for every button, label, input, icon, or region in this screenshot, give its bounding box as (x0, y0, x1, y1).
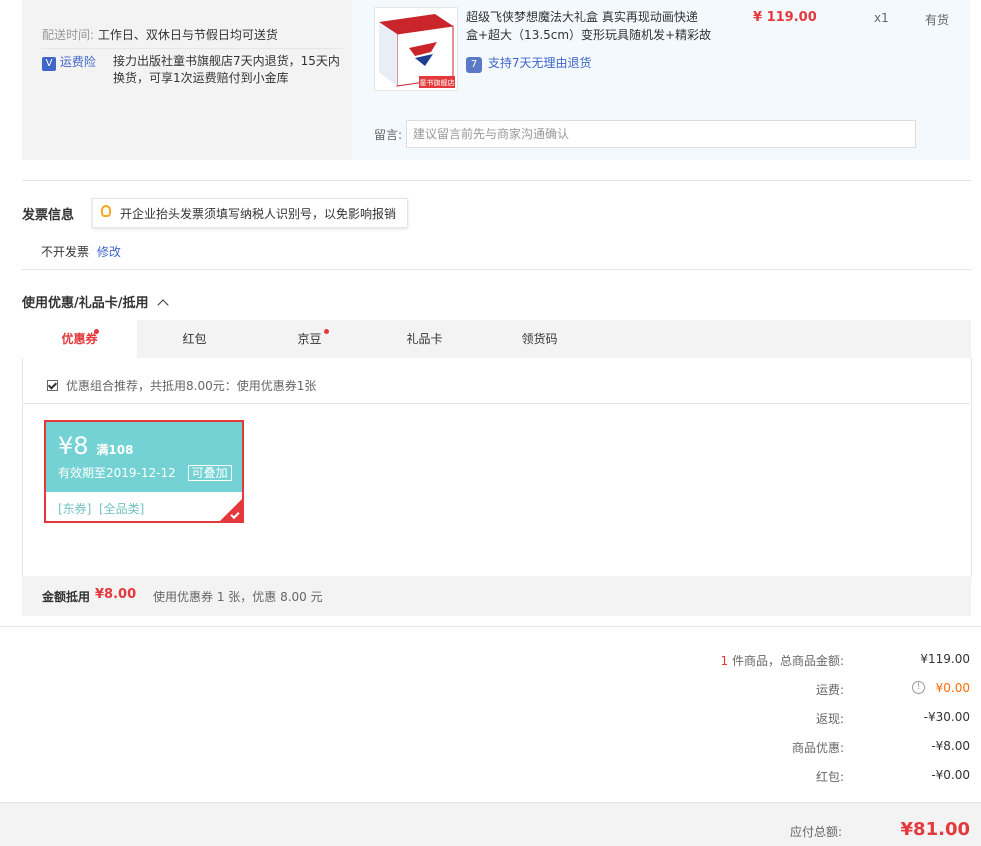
goods-discount-value: -¥8.00 (931, 739, 970, 753)
delivery-time-label: 配送时间: (42, 28, 95, 42)
tab-pickup-code-label: 领货码 (521, 332, 558, 346)
discount-title[interactable]: 使用优惠/礼品卡/抵用 (22, 292, 169, 311)
shipping-label: 运费: (815, 683, 844, 697)
tab-redpacket[interactable]: 红包 (137, 320, 252, 358)
invoice-tip-text: 开企业抬头发票须填写纳税人识别号，以免影响报销 (120, 207, 397, 221)
shield-v-icon: V (42, 57, 56, 71)
tab-jingdou[interactable]: 京豆 (252, 320, 367, 358)
product-image[interactable]: 童书旗舰店 (374, 7, 458, 91)
insurance-label: 运费险 (59, 55, 96, 69)
redpacket-value: -¥0.00 (931, 768, 970, 782)
insurance-desc-line1: 接力出版社童书旗舰店7天内退货，15天内 (113, 54, 340, 68)
product-quantity: x1 (874, 11, 889, 25)
discount-tabs: 优惠券 红包 京豆 礼品卡 领货码 (22, 320, 971, 358)
invoice-title: 发票信息 (22, 208, 75, 223)
payable-label: 应付总额: (789, 825, 842, 839)
coupon-card[interactable]: ¥8 满108 有效期至2019-12-12 可叠加 [东券] [全品类] (44, 420, 244, 523)
tab-coupon[interactable]: 优惠券 (22, 320, 137, 358)
divider (0, 626, 981, 627)
invoice-value-row: 不开发票 修改 (41, 243, 121, 260)
summary-amount: ¥8.00 (95, 587, 137, 602)
new-dot (324, 329, 329, 334)
invoice-value: 不开发票 (41, 245, 90, 259)
goods-total-value: ¥119.00 (920, 652, 970, 666)
tab-coupon-label: 优惠券 (61, 332, 98, 346)
tab-giftcard-label: 礼品卡 (406, 332, 443, 346)
tab-giftcard[interactable]: 礼品卡 (367, 320, 482, 358)
goods-discount-label: 商品优惠: (791, 741, 844, 755)
remark-label: 留言: (374, 128, 403, 142)
product-title-line2: 盒+超大（13.5cm）变形玩具随机发+精彩故 (466, 28, 712, 42)
item-count-suffix: 件商品，总商品金额: (728, 654, 844, 668)
summary-detail: 使用优惠券 1 张，优惠 8.00 元 (153, 590, 323, 604)
payable-value: ¥81.00 (900, 819, 970, 840)
coupon-tags: [东券] [全品类] (58, 502, 145, 516)
new-dot (94, 329, 99, 334)
coupon-amount-row: ¥8 满108 (58, 432, 133, 460)
recommend-text: 优惠组合推荐，共抵用8.00元：使用优惠券1张 (66, 379, 317, 393)
product-title[interactable]: 超级飞侠梦想魔法大礼盒 真实再现动画快递 盒+超大（13.5cm）变形玩具随机发… (466, 8, 726, 44)
return-7days-icon: 7 (466, 57, 482, 73)
delivery-time-value: 工作日、双休日与节假日均可送货 (97, 28, 278, 42)
coupon-expiry-row: 有效期至2019-12-12 可叠加 (58, 464, 232, 481)
divider (22, 180, 971, 181)
divider (42, 48, 342, 49)
product-price: ¥ 119.00 (753, 10, 817, 25)
remark-input[interactable]: 建议留言前先与商家沟通确认 (406, 120, 916, 148)
stock-status: 有货 (925, 13, 950, 27)
divider (22, 269, 971, 270)
insurance-desc: 接力出版社童书旗舰店7天内退货，15天内 换货，可享1次运费赔付到小金库 (113, 53, 345, 87)
insurance-desc-line2: 换货，可享1次运费赔付到小金库 (113, 71, 289, 85)
coupon-condition: 满108 (96, 443, 134, 457)
recommend-checkbox[interactable] (47, 380, 58, 391)
coupon-expiry: 有效期至2019-12-12 (58, 466, 176, 480)
redpacket-label: 红包: (815, 770, 844, 784)
divider (23, 403, 970, 404)
recommend-row[interactable]: 优惠组合推荐，共抵用8.00元：使用优惠券1张 (47, 377, 316, 394)
payable-bar: 应付总额: ¥81.00 (0, 802, 981, 846)
coupon-stackable-badge: 可叠加 (187, 465, 232, 481)
tab-redpacket-label: 红包 (182, 332, 207, 346)
return-policy: 7 支持7天无理由退货 (466, 54, 591, 73)
invoice-tip: 开企业抬头发票须填写纳税人识别号，以免影响报销 (92, 198, 408, 228)
summary-label: 金额抵用 (42, 590, 91, 604)
selected-check-icon (220, 499, 242, 521)
lightbulb-icon (101, 205, 111, 217)
tab-pickup-code[interactable]: 领货码 (482, 320, 597, 358)
coupon-amount: ¥8 (58, 432, 89, 460)
goods-total-label: 1 件商品，总商品金额: (644, 652, 845, 669)
item-count: 1 (720, 654, 729, 668)
product-title-line1: 超级飞侠梦想魔法大礼盒 真实再现动画快递 (466, 10, 698, 24)
insurance-badge[interactable]: V 运费险 (42, 53, 96, 71)
rebate-value: -¥30.00 (923, 710, 970, 724)
discount-summary: 金额抵用 ¥8.00 使用优惠券 1 张，优惠 8.00 元 (22, 576, 971, 616)
return-policy-text: 支持7天无理由退货 (487, 56, 592, 70)
rebate-label: 返现: (815, 712, 844, 726)
discount-title-text: 使用优惠/礼品卡/抵用 (22, 296, 149, 311)
delivery-time: 配送时间: 工作日、双休日与节假日均可送货 (42, 26, 278, 43)
invoice-edit-link[interactable]: 修改 (97, 245, 121, 259)
store-banner: 童书旗舰店 (419, 79, 455, 87)
shipping-value: ¥0.00 (935, 681, 970, 695)
chevron-up-icon (157, 299, 169, 311)
tab-jingdou-label: 京豆 (297, 332, 322, 346)
